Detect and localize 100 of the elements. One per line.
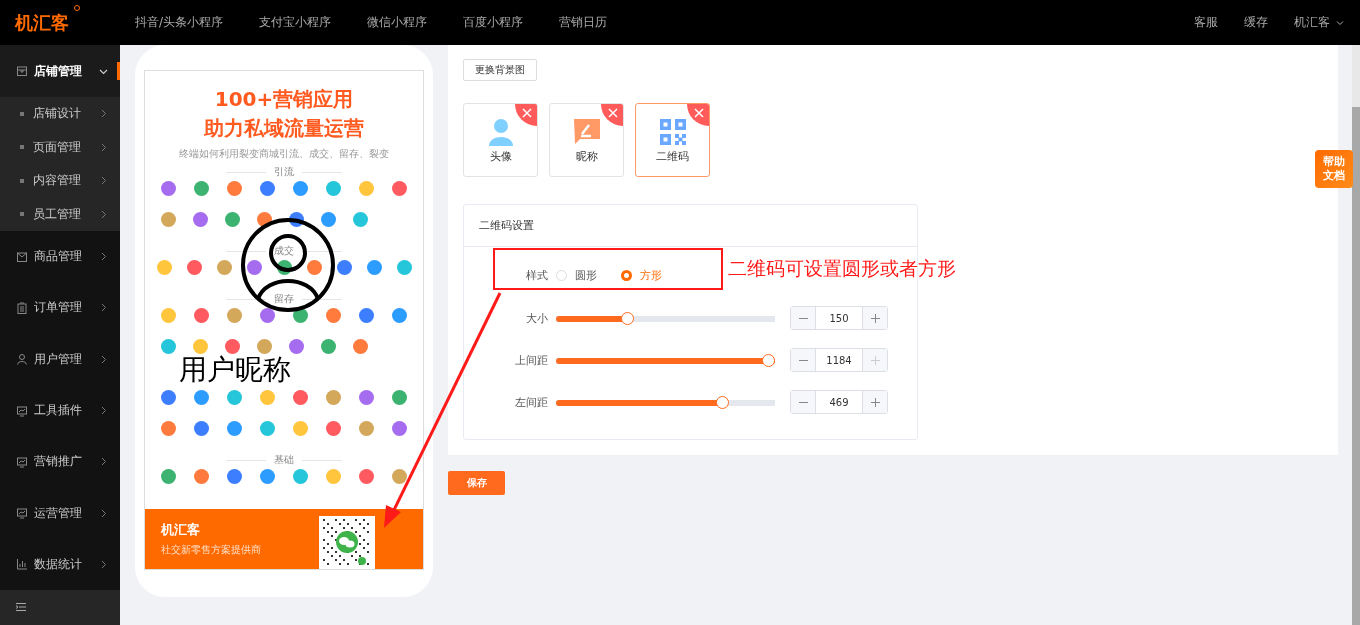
number-stepper[interactable]: 469 bbox=[790, 390, 888, 414]
poster-subtitle: 终端如何利用裂变商城引流、成交、留存、裂变 bbox=[179, 147, 389, 161]
nickname-text: 用户昵称 bbox=[179, 354, 291, 386]
app-icon bbox=[186, 260, 202, 275]
element-card[interactable]: 二维码 bbox=[635, 103, 710, 177]
app-icon bbox=[161, 421, 176, 436]
sidebar-menu-item[interactable]: 商品管理 bbox=[0, 231, 120, 283]
nav-link[interactable]: 客服 bbox=[1194, 14, 1218, 31]
close-icon bbox=[694, 108, 704, 118]
app-icon bbox=[194, 469, 209, 484]
sidebar-menu-item[interactable]: 店铺管理 bbox=[0, 45, 120, 97]
app-icon bbox=[293, 469, 308, 484]
plus-icon bbox=[870, 397, 880, 407]
app-icon bbox=[392, 469, 407, 484]
chevron-right-icon bbox=[99, 559, 108, 569]
sidebar-menu-item[interactable]: 营销推广 bbox=[0, 436, 120, 488]
chevron-right-icon bbox=[99, 209, 108, 219]
chevron-right-icon bbox=[99, 176, 108, 186]
change-background-button[interactable]: 更换背景图 bbox=[463, 59, 537, 81]
app-icon bbox=[161, 469, 176, 484]
number-stepper[interactable]: 150 bbox=[790, 306, 888, 330]
section-label: 引流 bbox=[274, 166, 294, 178]
sidebar-submenu-item[interactable]: 内容管理 bbox=[0, 164, 120, 198]
app-icon bbox=[293, 181, 308, 196]
account-menu[interactable]: 机汇客 bbox=[1294, 14, 1344, 31]
increment-button[interactable] bbox=[863, 391, 887, 413]
slider-thumb[interactable] bbox=[620, 311, 634, 325]
logo-text: 机汇客 bbox=[15, 11, 69, 33]
app-icon bbox=[260, 308, 275, 323]
card-title: 二维码设置 bbox=[464, 205, 917, 247]
app-icon bbox=[194, 308, 209, 323]
app-icon bbox=[156, 260, 172, 275]
app-icon bbox=[194, 181, 209, 196]
increment-button[interactable] bbox=[863, 307, 887, 329]
chevron-right-icon bbox=[99, 354, 108, 364]
chevron-right-icon bbox=[99, 252, 108, 262]
app-icon bbox=[227, 308, 242, 323]
app-icon bbox=[326, 181, 341, 196]
monitor-icon bbox=[16, 507, 28, 520]
sidebar-menu-item[interactable]: 运营管理 bbox=[0, 487, 120, 539]
sidebar-submenu-item[interactable]: 店铺设计 bbox=[0, 97, 120, 131]
app-icon bbox=[194, 421, 209, 436]
edit-icon bbox=[571, 116, 602, 147]
section-label: 成交 bbox=[274, 245, 294, 257]
slider-thumb[interactable] bbox=[715, 395, 729, 409]
app-icon bbox=[293, 390, 308, 405]
slider-thumb[interactable] bbox=[762, 353, 775, 367]
chevron-right-icon bbox=[99, 457, 108, 467]
app-icon bbox=[336, 260, 352, 275]
delete-button[interactable] bbox=[515, 104, 537, 126]
nav-link[interactable]: 微信小程序 bbox=[367, 14, 428, 31]
section-label: 基础 bbox=[274, 454, 294, 466]
element-card[interactable]: 头像 bbox=[463, 103, 538, 177]
nav-link[interactable]: 百度小程序 bbox=[463, 14, 524, 31]
app-icon bbox=[216, 260, 232, 275]
nav-link[interactable]: 缓存 bbox=[1244, 14, 1268, 31]
app-icon bbox=[227, 181, 242, 196]
nav-link[interactable]: 营销日历 bbox=[559, 14, 608, 31]
app-icon bbox=[326, 390, 341, 405]
delete-button[interactable] bbox=[687, 104, 709, 126]
app-icon bbox=[359, 421, 374, 436]
nav-link[interactable]: 支付宝小程序 bbox=[259, 14, 332, 31]
field-label: 样式 bbox=[525, 267, 549, 283]
close-icon bbox=[522, 108, 532, 118]
app-icon bbox=[260, 390, 275, 405]
app-icon bbox=[260, 421, 275, 436]
app-icon bbox=[224, 212, 240, 227]
bar-chart-icon bbox=[16, 558, 28, 571]
app-icon bbox=[192, 339, 208, 354]
sidebar-menu-item[interactable]: 用户管理 bbox=[0, 333, 120, 385]
poster-brand: 机汇客 bbox=[161, 521, 201, 539]
app-icon bbox=[227, 469, 242, 484]
section-label: 留存 bbox=[274, 293, 294, 305]
app-icon bbox=[359, 390, 374, 405]
user-icon bbox=[16, 353, 28, 366]
chevron-right-icon bbox=[99, 406, 108, 416]
app-icon bbox=[352, 212, 368, 227]
qr-code-icon bbox=[657, 116, 688, 147]
sidebar-submenu-item[interactable]: 员工管理 bbox=[0, 197, 120, 231]
app-icon bbox=[359, 181, 374, 196]
app-icon bbox=[161, 308, 176, 323]
mail-icon bbox=[16, 250, 28, 263]
delete-button[interactable] bbox=[601, 104, 623, 126]
app-icon bbox=[160, 212, 176, 227]
store-icon bbox=[16, 65, 28, 77]
app-icon bbox=[359, 308, 374, 323]
element-card[interactable]: 昵称 bbox=[549, 103, 624, 177]
sidebar-menu-item[interactable]: 订单管理 bbox=[0, 282, 120, 334]
avatar-placeholder-icon bbox=[240, 217, 336, 313]
field-label: 大小 bbox=[525, 310, 549, 326]
sidebar-menu-item[interactable]: 工具插件 bbox=[0, 384, 120, 437]
app-icon bbox=[396, 260, 412, 275]
nav-link[interactable]: 抖音/头条小程序 bbox=[135, 14, 224, 31]
sidebar-submenu-item[interactable]: 页面管理 bbox=[0, 130, 120, 164]
chevron-right-icon bbox=[99, 109, 108, 119]
app-icon bbox=[161, 181, 176, 196]
app-icon bbox=[288, 339, 304, 354]
sidebar-menu-item[interactable]: 数据统计 bbox=[0, 538, 120, 591]
app-icon bbox=[260, 469, 275, 484]
radio-option[interactable]: 圆形 bbox=[556, 267, 597, 283]
